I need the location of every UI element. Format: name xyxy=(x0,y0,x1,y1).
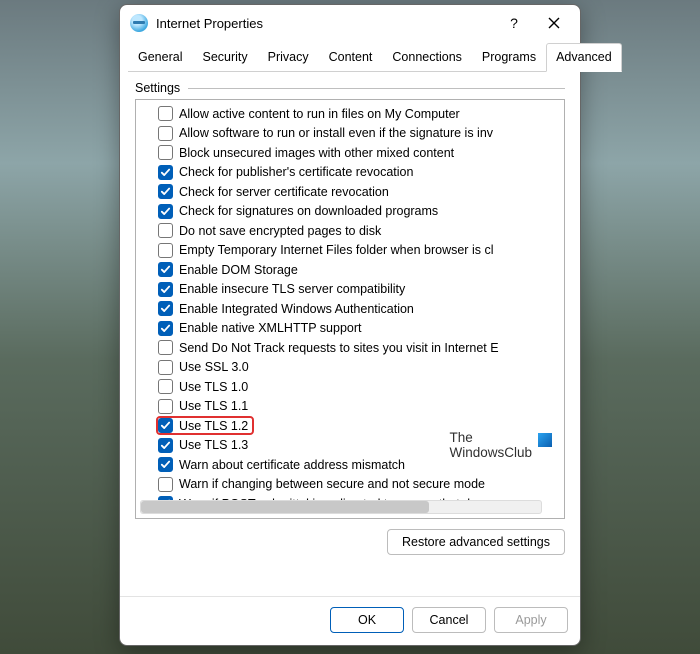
restore-advanced-settings-button[interactable]: Restore advanced settings xyxy=(387,529,565,555)
settings-group-label: Settings xyxy=(135,81,180,95)
setting-checkbox[interactable] xyxy=(158,184,173,199)
watermark-line2: WindowsClub xyxy=(449,446,532,461)
ok-button[interactable]: OK xyxy=(330,607,404,633)
advanced-panel: Settings Allow active content to run in … xyxy=(120,72,580,596)
watermark: The WindowsClub xyxy=(449,431,552,461)
titlebar: Internet Properties ? xyxy=(120,5,580,41)
setting-row[interactable]: Do not save encrypted pages to disk xyxy=(158,221,562,241)
setting-checkbox[interactable] xyxy=(158,145,173,160)
setting-checkbox[interactable] xyxy=(158,457,173,472)
setting-label: Check for server certificate revocation xyxy=(179,185,389,199)
setting-label: Do not save encrypted pages to disk xyxy=(179,224,381,238)
tab-connections[interactable]: Connections xyxy=(382,43,472,71)
setting-label: Enable native XMLHTTP support xyxy=(179,321,362,335)
setting-checkbox[interactable] xyxy=(158,321,173,336)
setting-row[interactable]: Empty Temporary Internet Files folder wh… xyxy=(158,241,562,261)
help-button[interactable]: ? xyxy=(494,8,534,38)
internet-globe-icon xyxy=(130,14,148,32)
setting-label: Warn about certificate address mismatch xyxy=(179,458,405,472)
horizontal-scrollbar-thumb[interactable] xyxy=(141,501,429,513)
setting-label: Use TLS 1.2 xyxy=(179,419,248,433)
setting-checkbox[interactable] xyxy=(158,126,173,141)
setting-row[interactable]: Check for publisher's certificate revoca… xyxy=(158,163,562,183)
setting-row[interactable]: Enable insecure TLS server compatibility xyxy=(158,280,562,300)
setting-checkbox[interactable] xyxy=(158,477,173,492)
setting-label: Enable Integrated Windows Authentication xyxy=(179,302,414,316)
tab-content[interactable]: Content xyxy=(319,43,383,71)
setting-label: Check for signatures on downloaded progr… xyxy=(179,204,438,218)
setting-label: Warn if changing between secure and not … xyxy=(179,477,485,491)
setting-checkbox[interactable] xyxy=(158,223,173,238)
setting-checkbox[interactable] xyxy=(158,282,173,297)
setting-checkbox[interactable] xyxy=(158,438,173,453)
tab-general[interactable]: General xyxy=(128,43,192,71)
setting-row[interactable]: Allow software to run or install even if… xyxy=(158,124,562,144)
setting-label: Block unsecured images with other mixed … xyxy=(179,146,454,160)
setting-checkbox[interactable] xyxy=(158,360,173,375)
tab-privacy[interactable]: Privacy xyxy=(258,43,319,71)
window-title: Internet Properties xyxy=(156,16,263,31)
setting-label: Use TLS 1.0 xyxy=(179,380,248,394)
setting-checkbox[interactable] xyxy=(158,399,173,414)
setting-row[interactable]: Allow active content to run in files on … xyxy=(158,104,562,124)
setting-row[interactable]: Enable native XMLHTTP support xyxy=(158,319,562,339)
cancel-button[interactable]: Cancel xyxy=(412,607,486,633)
tab-advanced[interactable]: Advanced xyxy=(546,43,622,72)
setting-checkbox[interactable] xyxy=(158,243,173,258)
setting-row[interactable]: Send Do Not Track requests to sites you … xyxy=(158,338,562,358)
settings-group: Settings Allow active content to run in … xyxy=(134,80,566,590)
setting-label: Check for publisher's certificate revoca… xyxy=(179,165,413,179)
setting-row[interactable]: Use TLS 1.1 xyxy=(158,397,562,417)
setting-label: Allow software to run or install even if… xyxy=(179,126,493,140)
horizontal-scrollbar[interactable] xyxy=(140,500,542,514)
setting-row[interactable]: Warn if changing between secure and not … xyxy=(158,475,562,495)
tab-programs[interactable]: Programs xyxy=(472,43,546,71)
setting-label: Enable DOM Storage xyxy=(179,263,298,277)
setting-label: Use SSL 3.0 xyxy=(179,360,249,374)
close-icon xyxy=(548,17,560,29)
setting-label: Use TLS 1.1 xyxy=(179,399,248,413)
setting-label: Enable insecure TLS server compatibility xyxy=(179,282,405,296)
setting-row[interactable]: Check for server certificate revocation xyxy=(158,182,562,202)
setting-row[interactable]: Check for signatures on downloaded progr… xyxy=(158,202,562,222)
tab-strip: GeneralSecurityPrivacyContentConnections… xyxy=(128,43,572,72)
setting-checkbox[interactable] xyxy=(158,165,173,180)
setting-label: Use TLS 1.3 xyxy=(179,438,248,452)
setting-row[interactable]: Use TLS 1.0 xyxy=(158,377,562,397)
setting-checkbox[interactable] xyxy=(158,418,173,433)
setting-checkbox[interactable] xyxy=(158,301,173,316)
setting-label: Send Do Not Track requests to sites you … xyxy=(179,341,499,355)
group-divider xyxy=(188,88,565,89)
setting-checkbox[interactable] xyxy=(158,340,173,355)
setting-row[interactable]: Use SSL 3.0 xyxy=(158,358,562,378)
setting-label: Empty Temporary Internet Files folder wh… xyxy=(179,243,493,257)
setting-checkbox[interactable] xyxy=(158,262,173,277)
setting-row[interactable]: Enable DOM Storage xyxy=(158,260,562,280)
setting-checkbox[interactable] xyxy=(158,379,173,394)
tab-security[interactable]: Security xyxy=(192,43,257,71)
setting-label: Allow active content to run in files on … xyxy=(179,107,460,121)
setting-checkbox[interactable] xyxy=(158,204,173,219)
watermark-line1: The xyxy=(449,431,532,446)
close-button[interactable] xyxy=(534,8,574,38)
setting-checkbox[interactable] xyxy=(158,106,173,121)
dialog-footer: OK Cancel Apply xyxy=(120,596,580,645)
setting-row[interactable]: Enable Integrated Windows Authentication xyxy=(158,299,562,319)
apply-button[interactable]: Apply xyxy=(494,607,568,633)
internet-properties-dialog: Internet Properties ? GeneralSecurityPri… xyxy=(119,4,581,646)
windows-logo-icon xyxy=(538,433,552,447)
setting-row[interactable]: Block unsecured images with other mixed … xyxy=(158,143,562,163)
